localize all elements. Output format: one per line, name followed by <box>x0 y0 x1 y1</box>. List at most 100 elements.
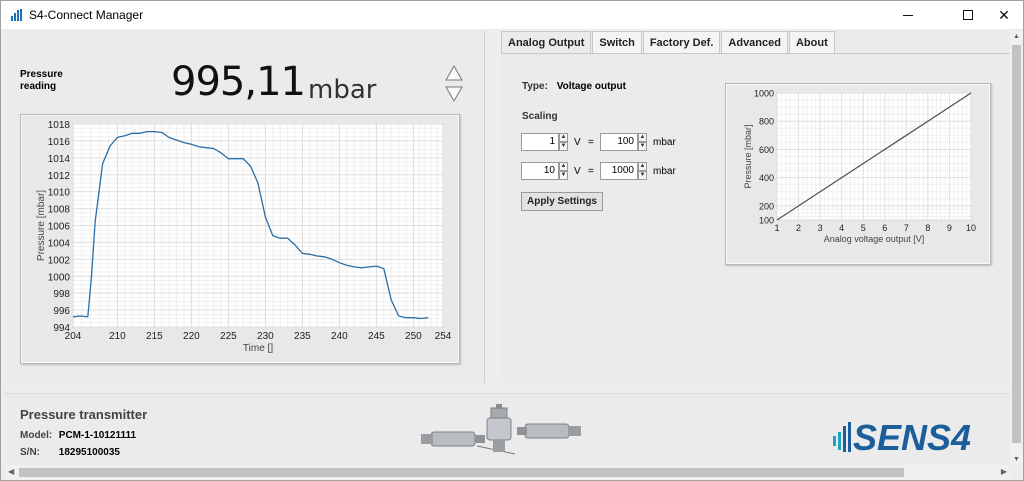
arrow-down-icon[interactable] <box>445 86 463 103</box>
x-tick-label: 9 <box>947 223 952 233</box>
y-tick-label: 1000 <box>754 89 774 99</box>
horizontal-scrollbar[interactable]: ◀ ▶ <box>5 465 1010 480</box>
title-bar[interactable]: S4-Connect Manager ✕ <box>1 1 1023 29</box>
app-window: S4-Connect Manager ✕ Pressure reading 99… <box>0 0 1024 481</box>
y-tick-label: 600 <box>759 145 774 155</box>
spin-down-icon[interactable]: ▼ <box>559 171 568 180</box>
transmitter-right-icon <box>517 423 581 439</box>
output-type: Type: Voltage output <box>522 81 626 92</box>
y-tick-label: 1008 <box>48 205 71 216</box>
x-tick-label: 2 <box>796 223 801 233</box>
x-tick-label: 10 <box>966 223 976 233</box>
spin-up-icon[interactable]: ▲ <box>559 133 568 142</box>
x-tick-label: 8 <box>925 223 930 233</box>
pressure-2-input[interactable]: 1000 <box>600 162 638 180</box>
x-axis-label: Analog voltage output [V] <box>824 234 925 244</box>
signal-bars-icon <box>11 9 23 21</box>
y-tick-label: 400 <box>759 173 774 183</box>
x-tick-label: 235 <box>294 331 311 342</box>
spin-down-icon[interactable]: ▼ <box>638 171 647 180</box>
y-tick-label: 1012 <box>48 171 71 182</box>
tab-analog-output[interactable]: Analog Output <box>501 31 592 54</box>
x-tick-label: 225 <box>220 331 237 342</box>
x-tick-label: 230 <box>257 331 274 342</box>
device-info-footer: Pressure transmitter Model: PCM-1-101211… <box>5 393 1010 465</box>
logo-text: SENS4 <box>853 417 971 454</box>
y-tick-label: 1006 <box>48 222 71 233</box>
x-axis-label: Time [] <box>243 343 273 354</box>
horizontal-scroll-thumb[interactable] <box>19 468 904 477</box>
x-tick-label: 220 <box>183 331 200 342</box>
y-tick-label: 200 <box>759 201 774 211</box>
unit-stepper[interactable] <box>445 64 463 103</box>
voltage-1-unit: V <box>574 137 581 148</box>
y-axis-label: Pressure [mbar] <box>36 190 47 261</box>
scroll-left-icon[interactable]: ◀ <box>8 467 14 476</box>
model-row: Model: PCM-1-10121111 <box>20 430 136 441</box>
scaling-chart: 1 2 3 4 5 6 7 8 9 10 100 200 400 600 800 1000 Analog vol… <box>725 83 991 265</box>
equals-2: = <box>588 166 594 177</box>
settings-panel: Analog Output Switch Factory Def. Advanc… <box>501 31 1010 383</box>
x-tick-label: 245 <box>368 331 385 342</box>
scroll-right-icon[interactable]: ▶ <box>1001 467 1007 476</box>
pressure-1-input[interactable]: 100 <box>600 133 638 151</box>
close-button[interactable]: ✕ <box>981 1 1024 29</box>
serial-value: 18295100035 <box>58 447 120 458</box>
output-type-key: Type: <box>522 81 548 92</box>
y-tick-label: 998 <box>53 289 70 300</box>
scaling-label: Scaling <box>522 111 558 122</box>
minimize-button[interactable] <box>885 1 931 29</box>
spin-down-icon[interactable]: ▼ <box>638 142 647 151</box>
voltage-2-input[interactable]: 10 <box>521 162 559 180</box>
voltage-2-stepper[interactable]: ▲ ▼ <box>559 162 568 180</box>
minimize-icon <box>903 14 913 16</box>
pressure-1-stepper[interactable]: ▲ ▼ <box>638 133 647 151</box>
y-tick-label: 1014 <box>48 154 71 165</box>
tab-switch[interactable]: Switch <box>592 31 642 53</box>
spin-up-icon[interactable]: ▲ <box>559 162 568 171</box>
tab-bar: Analog Output Switch Factory Def. Advanc… <box>501 31 836 54</box>
y-tick-label: 100 <box>759 216 774 226</box>
x-tick-label: 7 <box>904 223 909 233</box>
y-tick-label: 1016 <box>48 137 71 148</box>
device-title: Pressure transmitter <box>20 407 148 422</box>
x-tick-label: 6 <box>882 223 887 233</box>
voltage-1-input[interactable]: 1 <box>521 133 559 151</box>
reading-panel: Pressure reading 995,11 mbar 204 210 215 22… <box>5 31 485 383</box>
y-tick-label: 800 <box>759 117 774 127</box>
y-tick-label: 1018 <box>48 120 71 131</box>
scaling-chart-svg: 1 2 3 4 5 6 7 8 9 10 100 200 400 600 800 1000 Analog vol… <box>743 89 976 245</box>
transmitter-product-image <box>421 404 581 455</box>
logo-wave-icon <box>833 422 851 452</box>
pressure-2-stepper[interactable]: ▲ ▼ <box>638 162 647 180</box>
window-title: S4-Connect Manager <box>29 8 144 22</box>
x-tick-label: 3 <box>818 223 823 233</box>
tab-factory-def[interactable]: Factory Def. <box>642 31 721 53</box>
spin-up-icon[interactable]: ▲ <box>638 133 647 142</box>
apply-settings-button[interactable]: Apply Settings <box>521 192 603 211</box>
model-key: Model: <box>20 430 53 441</box>
tab-advanced[interactable]: Advanced <box>721 31 788 53</box>
x-tick-label: 210 <box>109 331 126 342</box>
serial-row: S/N: 18295100035 <box>20 447 120 458</box>
model-value: PCM-1-10121111 <box>58 430 137 441</box>
pressure-label-line1: Pressure <box>20 69 63 80</box>
x-tick-label: 215 <box>146 331 163 342</box>
y-tick-label: 1010 <box>48 188 71 199</box>
spin-up-icon[interactable]: ▲ <box>638 162 647 171</box>
arrow-up-icon[interactable] <box>445 64 463 81</box>
x-tick-label: 254 <box>435 331 452 342</box>
sens4-logo: SENS4 <box>833 417 971 454</box>
pressure-label-line2: reading <box>20 81 57 92</box>
scroll-down-icon[interactable]: ▼ <box>1013 456 1020 463</box>
tab-about[interactable]: About <box>788 31 835 53</box>
x-tick-label: 240 <box>331 331 348 342</box>
vertical-scroll-thumb[interactable] <box>1012 45 1021 443</box>
vertical-scrollbar[interactable]: ▲ ▼ <box>1010 31 1023 465</box>
spin-down-icon[interactable]: ▼ <box>559 142 568 151</box>
pressure-unit: mbar <box>308 75 377 105</box>
scroll-up-icon[interactable]: ▲ <box>1013 33 1020 40</box>
pressure-1-unit: mbar <box>653 137 676 148</box>
pressure-time-chart: 204 210 215 220 225 230 235 240 245 250 254 994 996 9… <box>20 114 460 364</box>
voltage-1-stepper[interactable]: ▲ ▼ <box>559 133 568 151</box>
